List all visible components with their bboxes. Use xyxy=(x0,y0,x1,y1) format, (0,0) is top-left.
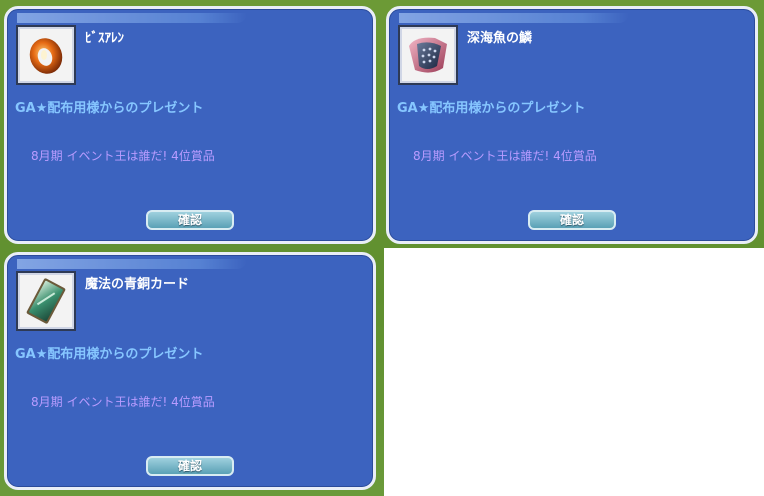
confirm-button[interactable]: 確認 xyxy=(146,210,234,230)
item-name: 深海魚の鱗 xyxy=(467,31,533,46)
title-band xyxy=(399,13,629,23)
empty-area xyxy=(384,248,764,496)
confirm-button[interactable]: 確認 xyxy=(146,456,234,476)
item-name: ﾋﾞｽｱﾚﾝ xyxy=(85,31,124,46)
orange-ring-icon xyxy=(29,38,63,74)
bronze-card-icon xyxy=(26,278,66,324)
sender-text: GA★配布用様からのプレゼント xyxy=(15,101,204,116)
message-text: 8月期 イベント王は誰だ! 4位賞品 xyxy=(413,149,597,163)
item-icon-frame xyxy=(16,25,76,85)
item-icon-frame xyxy=(398,25,458,85)
message-text: 8月期 イベント王は誰だ! 4位賞品 xyxy=(31,149,215,163)
title-band xyxy=(17,13,247,23)
item-name: 魔法の青銅カード xyxy=(85,277,190,292)
confirm-button[interactable]: 確認 xyxy=(528,210,616,230)
sender-text: GA★配布用様からのプレゼント xyxy=(15,347,204,362)
gift-dialog: 深海魚の鱗 GA★配布用様からのプレゼント 8月期 イベント王は誰だ! 4位賞品… xyxy=(386,6,758,244)
gift-dialog: ﾋﾞｽｱﾚﾝ GA★配布用様からのプレゼント 8月期 イベント王は誰だ! 4位賞… xyxy=(4,6,376,244)
fish-scale-shield-icon xyxy=(409,37,447,73)
gift-dialog: 魔法の青銅カード GA★配布用様からのプレゼント 8月期 イベント王は誰だ! 4… xyxy=(4,252,376,490)
message-text: 8月期 イベント王は誰だ! 4位賞品 xyxy=(31,395,215,409)
item-icon-frame xyxy=(16,271,76,331)
title-band xyxy=(17,259,247,269)
sender-text: GA★配布用様からのプレゼント xyxy=(397,101,586,116)
